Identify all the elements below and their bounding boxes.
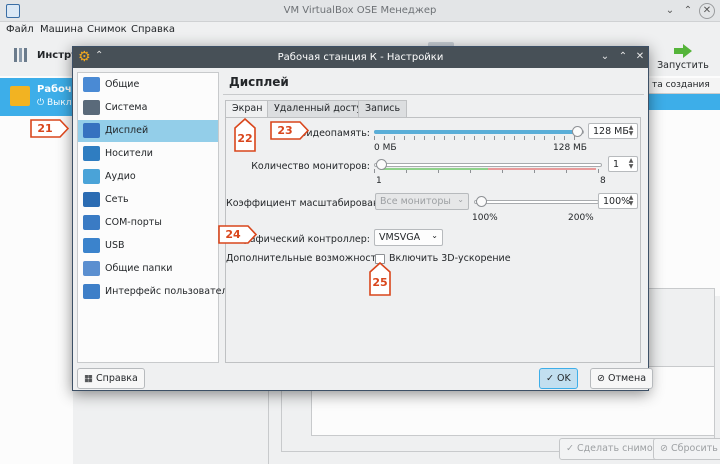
enable-3d-label[interactable]: Включить 3D-ускорение bbox=[389, 253, 511, 264]
snapshot-column-header[interactable]: та создания bbox=[647, 78, 720, 94]
reset-button[interactable]: ⊘ Сбросить bbox=[653, 438, 720, 460]
callout-21: 21 bbox=[30, 119, 70, 138]
settings-nav: Общие Система Дисплей Носители Аудио Сеть COM-… bbox=[77, 72, 233, 363]
snapshot-row[interactable] bbox=[647, 94, 720, 110]
tools-icon[interactable] bbox=[12, 46, 30, 64]
monitor-count-min-label: 1 bbox=[376, 176, 382, 186]
nav-item-label: COM-порты bbox=[105, 217, 162, 228]
settings-content: Дисплей Экран Удаленный доступ Запись Ви… bbox=[223, 72, 644, 363]
nav-item-usb[interactable]: USB bbox=[78, 235, 218, 257]
spin-arrows-icon[interactable]: ▲ ▼ bbox=[627, 158, 635, 170]
shared-folder-icon bbox=[83, 261, 100, 276]
menu-help[interactable]: Справка bbox=[131, 24, 175, 35]
graphics-controller-combo[interactable]: VMSVGA ⌄ bbox=[374, 229, 443, 246]
storage-icon bbox=[83, 146, 100, 161]
monitor-count-slider[interactable] bbox=[374, 157, 602, 173]
nav-item-label: Носители bbox=[105, 148, 153, 159]
section-title: Дисплей bbox=[229, 75, 289, 89]
serial-port-icon bbox=[83, 215, 100, 230]
scale-monitor-combo: Все мониторы ⌄ bbox=[375, 193, 469, 210]
vm-icon bbox=[10, 86, 30, 106]
chevron-down-icon: ⌄ bbox=[431, 231, 438, 240]
launch-arrow-icon bbox=[674, 44, 692, 58]
dialog-minimize-icon[interactable]: ⌄ bbox=[598, 50, 612, 64]
dialog-maximize-icon[interactable]: ⌃ bbox=[616, 50, 630, 64]
spin-arrows-icon[interactable]: ▲ ▼ bbox=[627, 125, 635, 137]
network-icon bbox=[83, 192, 100, 207]
nav-item-label: Сеть bbox=[105, 194, 129, 205]
nav-item-label: Аудио bbox=[105, 171, 136, 182]
nav-item-serial-port[interactable]: COM-порты bbox=[78, 212, 218, 234]
tab-screen[interactable]: Экран bbox=[225, 100, 270, 118]
slider-handle[interactable] bbox=[572, 126, 583, 137]
monitor-count-spinbox[interactable]: 1 ▲ ▼ bbox=[608, 156, 638, 172]
maximize-icon[interactable]: ⌃ bbox=[680, 3, 696, 19]
nav-item-storage[interactable]: Носители bbox=[78, 143, 218, 165]
video-memory-max-label: 128 МБ bbox=[553, 143, 587, 153]
vm-state: ⏻ Выкл bbox=[37, 98, 72, 108]
audio-icon bbox=[83, 169, 100, 184]
scale-factor-label: Коэффициент масштабирования: bbox=[226, 198, 395, 209]
cancel-button[interactable]: ⊘ Отмена bbox=[590, 368, 654, 389]
dialog-close-icon[interactable]: ✕ bbox=[633, 50, 647, 64]
close-icon[interactable]: ✕ bbox=[699, 3, 715, 19]
callout-22: 22 bbox=[234, 117, 256, 152]
general-icon bbox=[83, 77, 100, 92]
callout-25: 25 bbox=[369, 261, 391, 296]
video-memory-slider[interactable] bbox=[374, 124, 584, 140]
launch-button[interactable]: Запустить bbox=[650, 44, 716, 74]
chevron-down-icon: ⌄ bbox=[457, 195, 464, 204]
dialog-titlebar: ⚙ ⌃ Рабочая станция К - Настройки ⌄ ⌃ ✕ bbox=[73, 47, 648, 68]
scale-min-label: 100% bbox=[472, 213, 498, 223]
slider-handle[interactable] bbox=[476, 196, 487, 207]
monitor-count-max-label: 8 bbox=[600, 176, 606, 186]
nav-item-label: Интерфейс пользователя bbox=[105, 286, 234, 297]
video-memory-min-label: 0 МБ bbox=[374, 143, 397, 153]
ok-button[interactable]: ✓ OK bbox=[539, 368, 578, 389]
tab-recording[interactable]: Запись bbox=[358, 100, 408, 117]
help-button[interactable]: ▦ Справка bbox=[77, 368, 145, 389]
menu-machine[interactable]: Машина bbox=[40, 24, 83, 35]
spin-arrows-icon[interactable]: ▲ ▼ bbox=[627, 195, 635, 207]
menubar: Файл Машина Снимок Справка bbox=[0, 22, 720, 40]
tab-pane-screen: Видеопамять: 128 МБ ▲ ▼ 0 МБ 128 МБ Колич… bbox=[225, 117, 641, 363]
user-interface-icon bbox=[83, 284, 100, 299]
menu-snapshot[interactable]: Снимок bbox=[87, 24, 127, 35]
launch-label: Запустить bbox=[657, 60, 709, 71]
take-snapshot-button[interactable]: ✓ Сделать снимок bbox=[559, 438, 666, 460]
nav-item-general[interactable]: Общие bbox=[78, 74, 218, 96]
callout-23: 23 bbox=[270, 121, 310, 140]
main-window-title: VM VirtualBox OSE Менеджер bbox=[283, 5, 437, 16]
scale-max-label: 200% bbox=[568, 213, 594, 223]
settings-dialog: ⚙ ⌃ Рабочая станция К - Настройки ⌄ ⌃ ✕ … bbox=[72, 46, 654, 391]
nav-item-display[interactable]: Дисплей bbox=[78, 120, 218, 142]
video-memory-spinbox[interactable]: 128 МБ ▲ ▼ bbox=[588, 123, 638, 139]
nav-item-label: Система bbox=[105, 102, 148, 113]
system-icon bbox=[83, 100, 100, 115]
minimize-icon[interactable]: ⌄ bbox=[662, 3, 678, 19]
nav-item-user-interface[interactable]: Интерфейс пользователя bbox=[78, 281, 233, 303]
dialog-title: Рабочая станция К - Настройки bbox=[277, 52, 444, 63]
main-window-titlebar: VM VirtualBox OSE Менеджер ⌄ ⌃ ✕ bbox=[0, 0, 720, 22]
nav-item-label: USB bbox=[105, 240, 125, 251]
slider-handle[interactable] bbox=[376, 159, 387, 170]
callout-24: 24 bbox=[218, 225, 258, 244]
scale-factor-spinbox[interactable]: 100% ▲ ▼ bbox=[598, 193, 638, 209]
usb-icon bbox=[83, 238, 100, 253]
display-icon bbox=[83, 123, 100, 138]
section-divider bbox=[223, 94, 644, 95]
menu-file[interactable]: Файл bbox=[6, 24, 34, 35]
nav-item-system[interactable]: Система bbox=[78, 97, 218, 119]
scale-factor-slider[interactable] bbox=[474, 194, 599, 210]
nav-item-label: Общие bbox=[105, 79, 140, 90]
nav-item-label: Общие папки bbox=[105, 263, 173, 274]
extended-features-label: Дополнительные возможности: bbox=[226, 253, 386, 264]
monitor-count-label: Количество мониторов: bbox=[251, 161, 370, 172]
nav-item-audio[interactable]: Аудио bbox=[78, 166, 218, 188]
nav-item-shared-folder[interactable]: Общие папки bbox=[78, 258, 218, 280]
nav-item-label: Дисплей bbox=[105, 125, 149, 136]
vm-list-item[interactable]: Рабочая ⏻ Выкл bbox=[0, 78, 85, 116]
nav-item-network[interactable]: Сеть bbox=[78, 189, 218, 211]
